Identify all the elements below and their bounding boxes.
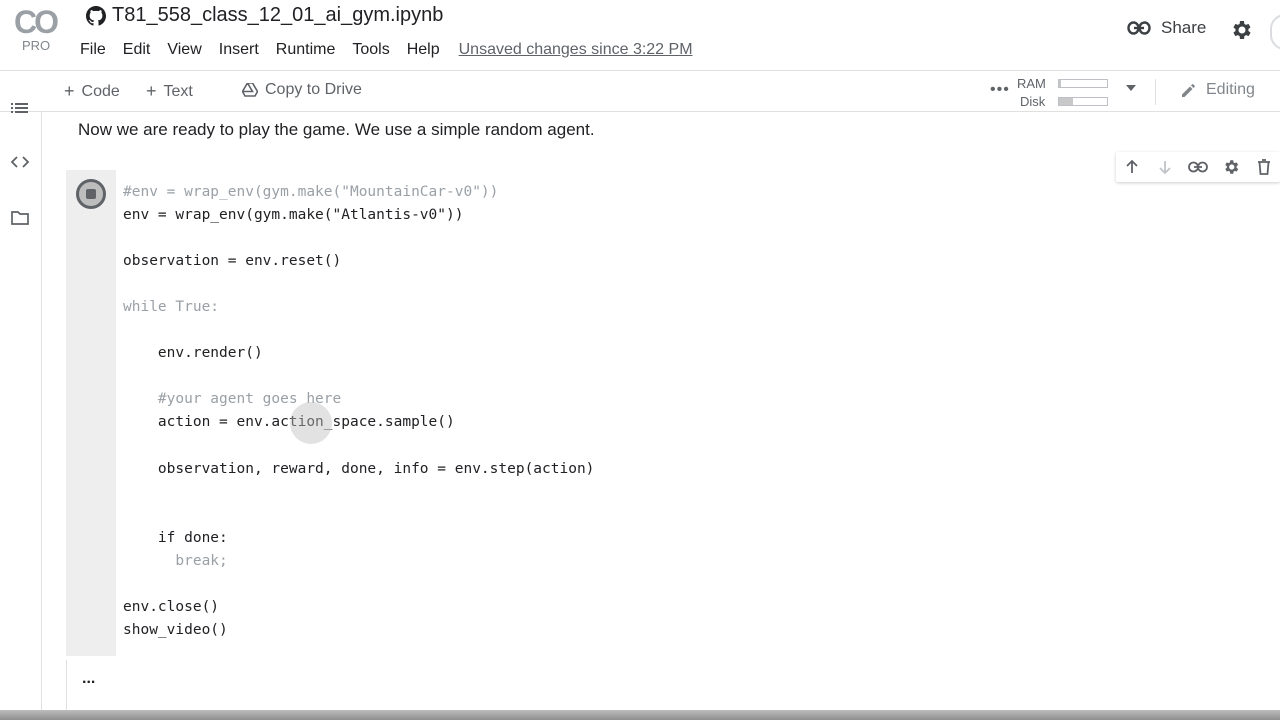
ram-bar [1058,79,1108,88]
disk-label: Disk [1020,94,1046,109]
cell-gutter [66,170,116,656]
code-line: action = env.action_space.sample() [123,414,455,430]
code-line: observation = env.reset() [123,253,342,269]
files-folder-icon[interactable] [10,208,30,228]
stop-icon [86,189,96,199]
code-cell[interactable]: #env = wrap_env(gym.make("MountainCar-v0… [66,170,1280,656]
markdown-cell-text[interactable]: Now we are ready to play the game. We us… [78,120,595,140]
logo-text: CO [14,4,59,40]
notebook-toolbar: + Code + Text Copy to Drive ••• RAM Disk… [0,70,1280,112]
code-line: env.render() [123,345,263,361]
more-icon: ••• [990,81,1010,98]
notebook-title[interactable]: T81_558_class_12_01_ai_gym.ipynb [112,4,443,27]
mouse-cursor-highlight [290,402,332,444]
left-sidebar [0,103,42,720]
code-line: #env = wrap_env(gym.make("MountainCar-v0… [123,184,499,200]
code-line: env = wrap_env(gym.make("Atlantis-v0")) [123,207,464,223]
settings-gear-icon[interactable] [1229,18,1253,42]
menu-tools[interactable]: Tools [352,41,389,59]
plus-icon: + [64,81,75,101]
copy-to-drive-button[interactable]: Copy to Drive [242,81,362,99]
code-line: break; [123,553,228,569]
code-snippets-icon[interactable] [10,152,30,172]
disk-bar [1058,97,1108,106]
menu-view[interactable]: View [167,41,201,59]
menu-help[interactable]: Help [407,41,440,59]
menu-file[interactable]: File [80,41,106,59]
stop-execution-button[interactable] [76,179,106,209]
editing-label: Editing [1206,81,1255,98]
avatar[interactable] [1270,14,1280,50]
drive-icon [242,83,258,97]
ram-fill [1059,80,1062,87]
header: CO PRO T81_558_class_12_01_ai_gym.ipynb … [0,0,1280,70]
github-icon [86,6,106,26]
add-text-button[interactable]: + Text [146,81,193,102]
menu-insert[interactable]: Insert [219,41,259,59]
menu-runtime[interactable]: Runtime [276,41,336,59]
code-line: if done: [123,530,228,546]
share-label: Share [1161,18,1207,37]
share-button[interactable]: Share [1127,18,1206,38]
menu-edit[interactable]: Edit [123,41,151,59]
colab-logo[interactable]: CO PRO [14,4,64,54]
copy-to-drive-label: Copy to Drive [265,81,362,98]
table-of-contents-icon[interactable] [10,98,30,118]
pencil-icon [1182,84,1195,97]
ram-label: RAM [1017,76,1046,91]
chevron-down-icon[interactable] [1126,85,1136,91]
code-line: while True: [123,299,220,315]
add-code-label: Code [81,82,120,100]
resources-indicator[interactable]: ••• RAM Disk [990,75,1140,109]
link-icon [1127,21,1151,35]
plus-icon: + [146,81,157,101]
toolbar-divider [1155,79,1156,105]
code-line: observation, reward, done, info = env.st… [123,461,595,477]
add-code-button[interactable]: + Code [64,81,120,102]
editing-mode-button[interactable]: Editing [1180,81,1255,99]
pro-badge: PRO [22,38,51,53]
code-line: env.close() [123,599,220,615]
window-bottom-edge [0,710,1280,720]
add-text-label: Text [163,82,193,100]
disk-fill [1059,98,1074,105]
unsaved-changes-link[interactable]: Unsaved changes since 3:22 PM [459,41,693,59]
output-ellipsis[interactable]: ... [82,670,95,688]
code-line: show_video() [123,622,228,638]
menu-bar: File Edit View Insert Runtime Tools Help… [80,40,693,60]
